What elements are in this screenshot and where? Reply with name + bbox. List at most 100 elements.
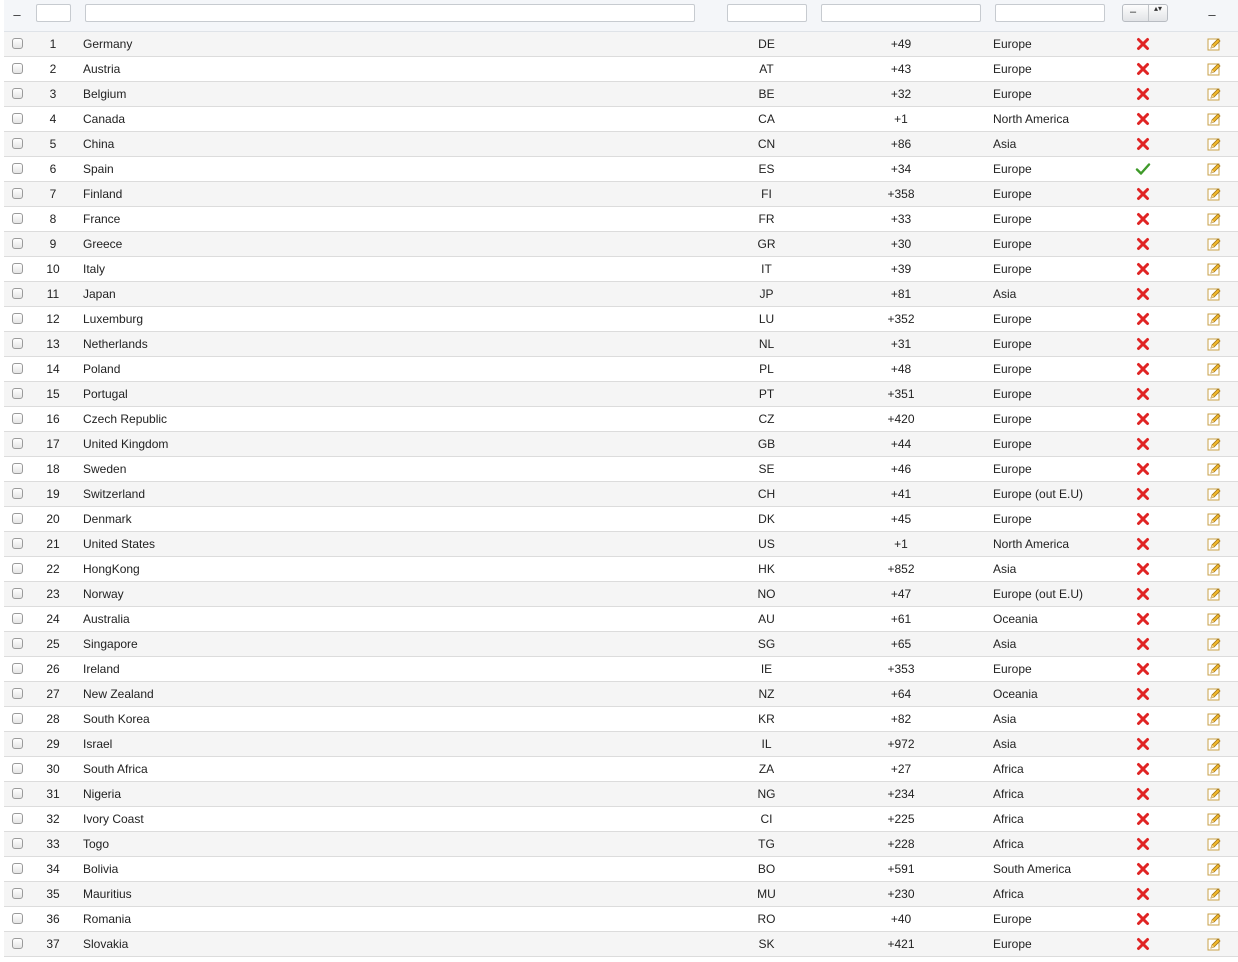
red-x-icon[interactable] <box>1135 111 1151 127</box>
row-checkbox[interactable] <box>12 688 23 699</box>
red-x-icon[interactable] <box>1135 911 1151 927</box>
row-checkbox[interactable] <box>12 738 23 749</box>
pencil-icon[interactable] <box>1206 61 1222 77</box>
row-checkbox[interactable] <box>12 438 23 449</box>
red-x-icon[interactable] <box>1135 261 1151 277</box>
pencil-icon[interactable] <box>1206 361 1222 377</box>
pencil-icon[interactable] <box>1206 436 1222 452</box>
pencil-icon[interactable] <box>1206 586 1222 602</box>
row-checkbox[interactable] <box>12 663 23 674</box>
id-filter-input[interactable] <box>36 4 71 22</box>
red-x-icon[interactable] <box>1135 761 1151 777</box>
row-checkbox[interactable] <box>12 488 23 499</box>
row-checkbox[interactable] <box>12 838 23 849</box>
pencil-icon[interactable] <box>1206 811 1222 827</box>
red-x-icon[interactable] <box>1135 136 1151 152</box>
select-all-toggle[interactable]: – <box>7 7 27 22</box>
red-x-icon[interactable] <box>1135 786 1151 802</box>
row-checkbox[interactable] <box>12 363 23 374</box>
pencil-icon[interactable] <box>1206 111 1222 127</box>
pencil-icon[interactable] <box>1206 686 1222 702</box>
row-checkbox[interactable] <box>12 538 23 549</box>
pencil-icon[interactable] <box>1206 36 1222 52</box>
code-filter-input[interactable] <box>727 4 807 22</box>
row-checkbox[interactable] <box>12 938 23 949</box>
row-checkbox[interactable] <box>12 863 23 874</box>
pencil-icon[interactable] <box>1206 561 1222 577</box>
red-x-icon[interactable] <box>1135 736 1151 752</box>
red-x-icon[interactable] <box>1135 586 1151 602</box>
red-x-icon[interactable] <box>1135 86 1151 102</box>
row-checkbox[interactable] <box>12 113 23 124</box>
pencil-icon[interactable] <box>1206 336 1222 352</box>
pencil-icon[interactable] <box>1206 386 1222 402</box>
pencil-icon[interactable] <box>1206 461 1222 477</box>
red-x-icon[interactable] <box>1135 386 1151 402</box>
row-checkbox[interactable] <box>12 888 23 899</box>
row-checkbox[interactable] <box>12 513 23 524</box>
region-filter-input[interactable] <box>995 4 1105 22</box>
pencil-icon[interactable] <box>1206 636 1222 652</box>
pencil-icon[interactable] <box>1206 486 1222 502</box>
row-checkbox[interactable] <box>12 463 23 474</box>
row-checkbox[interactable] <box>12 163 23 174</box>
pencil-icon[interactable] <box>1206 186 1222 202</box>
row-checkbox[interactable] <box>12 338 23 349</box>
name-filter-input[interactable] <box>85 4 695 22</box>
green-check-icon[interactable] <box>1135 161 1151 177</box>
pencil-icon[interactable] <box>1206 411 1222 427</box>
pencil-icon[interactable] <box>1206 711 1222 727</box>
pencil-icon[interactable] <box>1206 536 1222 552</box>
row-checkbox[interactable] <box>12 638 23 649</box>
red-x-icon[interactable] <box>1135 936 1151 952</box>
row-checkbox[interactable] <box>12 138 23 149</box>
row-checkbox[interactable] <box>12 288 23 299</box>
red-x-icon[interactable] <box>1135 536 1151 552</box>
row-checkbox[interactable] <box>12 213 23 224</box>
red-x-icon[interactable] <box>1135 61 1151 77</box>
row-checkbox[interactable] <box>12 563 23 574</box>
pencil-icon[interactable] <box>1206 861 1222 877</box>
red-x-icon[interactable] <box>1135 861 1151 877</box>
red-x-icon[interactable] <box>1135 486 1151 502</box>
prefix-filter-input[interactable] <box>821 4 981 22</box>
red-x-icon[interactable] <box>1135 211 1151 227</box>
row-checkbox[interactable] <box>12 88 23 99</box>
pencil-icon[interactable] <box>1206 611 1222 627</box>
red-x-icon[interactable] <box>1135 686 1151 702</box>
row-checkbox[interactable] <box>12 313 23 324</box>
red-x-icon[interactable] <box>1135 436 1151 452</box>
red-x-icon[interactable] <box>1135 236 1151 252</box>
pencil-icon[interactable] <box>1206 136 1222 152</box>
red-x-icon[interactable] <box>1135 336 1151 352</box>
red-x-icon[interactable] <box>1135 311 1151 327</box>
row-checkbox[interactable] <box>12 188 23 199</box>
red-x-icon[interactable] <box>1135 811 1151 827</box>
row-checkbox[interactable] <box>12 588 23 599</box>
pencil-icon[interactable] <box>1206 311 1222 327</box>
row-checkbox[interactable] <box>12 763 23 774</box>
row-checkbox[interactable] <box>12 238 23 249</box>
red-x-icon[interactable] <box>1135 636 1151 652</box>
red-x-icon[interactable] <box>1135 561 1151 577</box>
red-x-icon[interactable] <box>1135 461 1151 477</box>
row-checkbox[interactable] <box>12 713 23 724</box>
pencil-icon[interactable] <box>1206 211 1222 227</box>
pencil-icon[interactable] <box>1206 511 1222 527</box>
red-x-icon[interactable] <box>1135 286 1151 302</box>
row-checkbox[interactable] <box>12 413 23 424</box>
red-x-icon[interactable] <box>1135 186 1151 202</box>
pencil-icon[interactable] <box>1206 936 1222 952</box>
red-x-icon[interactable] <box>1135 886 1151 902</box>
row-checkbox[interactable] <box>12 813 23 824</box>
pencil-icon[interactable] <box>1206 161 1222 177</box>
pencil-icon[interactable] <box>1206 661 1222 677</box>
pencil-icon[interactable] <box>1206 761 1222 777</box>
pencil-icon[interactable] <box>1206 736 1222 752</box>
pencil-icon[interactable] <box>1206 261 1222 277</box>
red-x-icon[interactable] <box>1135 711 1151 727</box>
pencil-icon[interactable] <box>1206 786 1222 802</box>
row-checkbox[interactable] <box>12 263 23 274</box>
row-checkbox[interactable] <box>12 613 23 624</box>
row-checkbox[interactable] <box>12 38 23 49</box>
